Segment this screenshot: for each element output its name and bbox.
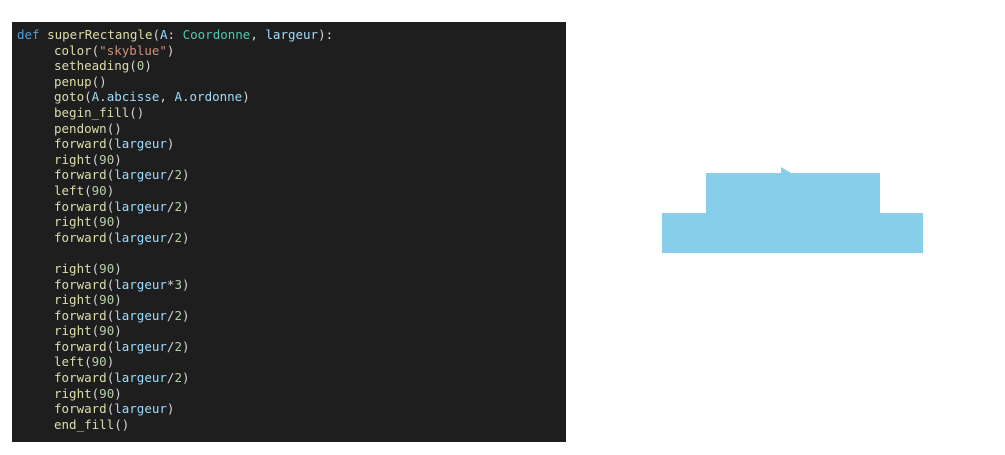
filled-shape-bottom — [662, 213, 923, 253]
code-line[interactable]: forward(largeur/2) — [17, 199, 333, 215]
code-line[interactable]: right(90) — [17, 261, 333, 277]
code-line[interactable]: color("skyblue") — [17, 43, 333, 59]
code-line[interactable]: forward(largeur/2) — [17, 308, 333, 324]
turtle-cursor-icon — [781, 167, 791, 173]
code-line[interactable]: forward(largeur/2) — [17, 230, 333, 246]
code-line[interactable]: penup() — [17, 74, 333, 90]
turtle-canvas — [662, 167, 923, 253]
code-line[interactable]: forward(largeur/2) — [17, 370, 333, 386]
code-line[interactable]: left(90) — [17, 354, 333, 370]
code-line[interactable]: right(90) — [17, 323, 333, 339]
code-line[interactable]: right(90) — [17, 386, 333, 402]
code-line[interactable]: pendown() — [17, 121, 333, 137]
code-line[interactable]: forward(largeur) — [17, 401, 333, 417]
filled-shape-top — [706, 173, 880, 215]
code-editor[interactable]: def superRectangle(A: Coordonne, largeur… — [12, 22, 566, 442]
code-line[interactable]: end_fill() — [17, 417, 333, 433]
code-line[interactable]: right(90) — [17, 214, 333, 230]
code-line[interactable]: left(90) — [17, 183, 333, 199]
code-line[interactable]: forward(largeur) — [17, 136, 333, 152]
code-line[interactable]: right(90) — [17, 292, 333, 308]
code-line[interactable] — [17, 245, 333, 261]
code-line-def[interactable]: def superRectangle(A: Coordonne, largeur… — [17, 27, 333, 43]
code-line[interactable]: goto(A.abcisse, A.ordonne) — [17, 89, 333, 105]
code-block[interactable]: def superRectangle(A: Coordonne, largeur… — [17, 27, 333, 432]
code-line[interactable]: begin_fill() — [17, 105, 333, 121]
code-line[interactable]: forward(largeur/2) — [17, 339, 333, 355]
code-line[interactable]: setheading(0) — [17, 58, 333, 74]
code-line[interactable]: right(90) — [17, 152, 333, 168]
code-line[interactable]: forward(largeur*3) — [17, 277, 333, 293]
code-line[interactable]: forward(largeur/2) — [17, 167, 333, 183]
